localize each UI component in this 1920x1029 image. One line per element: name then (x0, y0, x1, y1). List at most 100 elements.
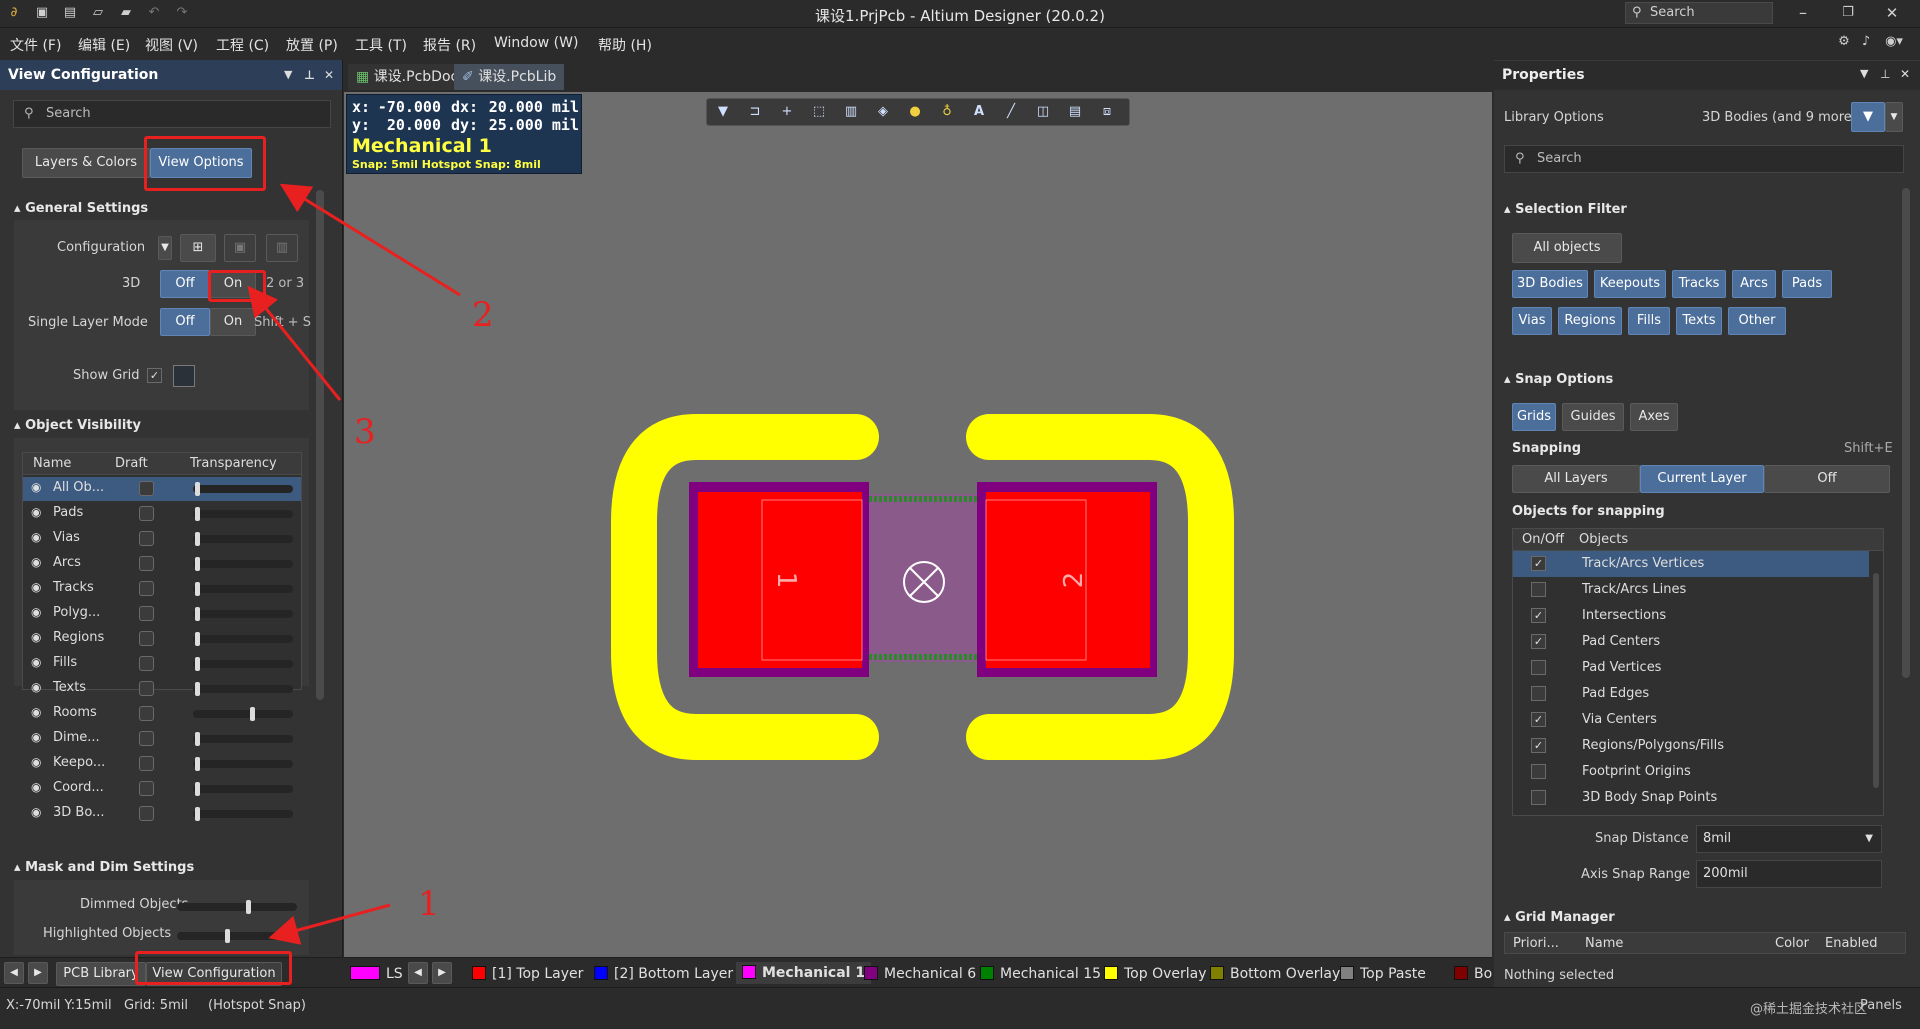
line-icon[interactable]: ╱ (1003, 104, 1019, 120)
filter-icon[interactable]: ▼ (715, 104, 731, 120)
transparency-slider[interactable] (193, 757, 293, 771)
draft-checkbox[interactable] (139, 781, 154, 796)
panel-menu-icon[interactable]: ▼ (284, 60, 292, 90)
snap-object-checkbox[interactable] (1531, 686, 1546, 701)
snap-object-row[interactable]: ✓ Regions/Polygons/Fills (1513, 733, 1869, 759)
delete-configuration-icon[interactable]: ▥ (266, 234, 298, 262)
transparency-slider[interactable] (193, 482, 293, 496)
snap-object-row[interactable]: ✓ Pad Centers (1513, 629, 1869, 655)
chart-icon[interactable]: ▤ (1067, 104, 1083, 120)
minimize-icon[interactable]: – (1795, 5, 1811, 21)
snap-object-checkbox[interactable] (1531, 582, 1546, 597)
snap-object-row[interactable]: Pad Vertices (1513, 655, 1869, 681)
eye-icon[interactable]: ◉ (31, 705, 41, 719)
save-all-icon[interactable]: ▤ (62, 5, 78, 21)
text-icon[interactable]: A (971, 104, 987, 120)
snap-object-checkbox[interactable]: ✓ (1531, 556, 1546, 571)
undo-icon[interactable]: ↶ (146, 5, 162, 21)
snap-object-checkbox[interactable]: ✓ (1531, 712, 1546, 727)
draft-checkbox[interactable] (139, 806, 154, 821)
snap-axes-button[interactable]: Axes (1630, 403, 1678, 431)
layer-tab[interactable]: LS (350, 966, 403, 982)
snap-object-row[interactable]: Track/Arcs Lines (1513, 577, 1869, 603)
redo-icon[interactable]: ↷ (174, 5, 190, 21)
tab-pcb-library[interactable]: PCB Library (56, 962, 146, 986)
object-row[interactable]: ◉ 3D Bo... (23, 802, 301, 826)
panel-pin-icon[interactable]: ⊥ (1880, 67, 1890, 81)
slider-knob[interactable] (246, 900, 251, 914)
slider-knob[interactable] (195, 607, 200, 621)
panel-menu-icon[interactable]: ▼ (1860, 67, 1868, 80)
draft-checkbox[interactable] (139, 731, 154, 746)
snap-current-layer-button[interactable]: Current Layer (1640, 465, 1764, 493)
tab-pcbdoc[interactable]: ▦ 课设.PcbDoc (348, 64, 467, 90)
eye-icon[interactable]: ◉ (31, 755, 41, 769)
transparency-slider[interactable] (193, 782, 293, 796)
snap-table-scrollbar[interactable] (1873, 573, 1879, 788)
eye-icon[interactable]: ◉ (31, 805, 41, 819)
slider-knob[interactable] (195, 482, 200, 496)
draft-checkbox[interactable] (139, 706, 154, 721)
slider-knob[interactable] (195, 807, 200, 821)
eye-icon[interactable]: ◉ (31, 605, 41, 619)
slider-knob[interactable] (195, 507, 200, 521)
general-settings-header[interactable]: ▴ General Settings (14, 201, 148, 216)
slider-knob[interactable] (250, 707, 255, 721)
draft-checkbox[interactable] (139, 756, 154, 771)
save-icon[interactable]: ▣ (34, 5, 50, 21)
all-objects-button[interactable]: All objects (1512, 233, 1622, 263)
close-icon[interactable]: ✕ (1884, 5, 1900, 21)
snap-object-checkbox[interactable] (1531, 790, 1546, 805)
draft-checkbox[interactable] (139, 656, 154, 671)
snap-object-checkbox[interactable]: ✓ (1531, 634, 1546, 649)
snap-options-header[interactable]: ▴ Snap Options (1504, 372, 1613, 387)
object-row[interactable]: ◉ Texts (23, 677, 301, 701)
place-pad-icon[interactable]: ♁ (939, 104, 955, 120)
settings-gear-icon[interactable]: ⚙ (1836, 34, 1852, 50)
object-row[interactable]: ◉ Tracks (23, 577, 301, 601)
transparency-slider[interactable] (193, 807, 293, 821)
menu-tools[interactable]: 工具 (T) (355, 35, 407, 55)
dimmed-objects-slider[interactable] (177, 900, 297, 914)
layer-tab[interactable]: Mechanical 15 (980, 966, 1101, 982)
properties-scrollbar[interactable] (1902, 188, 1910, 678)
draft-checkbox[interactable] (139, 531, 154, 546)
object-row[interactable]: ◉ Fills (23, 652, 301, 676)
object-row[interactable]: ◉ Vias (23, 527, 301, 551)
keepout-icon[interactable]: ⧈ (1099, 104, 1115, 120)
object-row[interactable]: ◉ Polyg... (23, 602, 301, 626)
snap-object-checkbox[interactable] (1531, 660, 1546, 675)
object-row[interactable]: ◉ Dime... (23, 727, 301, 751)
layer-tab[interactable]: Top Paste (1340, 966, 1426, 982)
menu-place[interactable]: 放置 (P) (286, 35, 338, 55)
snap-grids-button[interactable]: Grids (1512, 403, 1556, 431)
eye-icon[interactable]: ◉ (31, 530, 41, 544)
filter-regions[interactable]: Regions (1558, 307, 1622, 335)
filter-vias[interactable]: Vias (1512, 307, 1552, 335)
snap-object-row[interactable]: Footprint Origins (1513, 759, 1869, 785)
pcb-canvas[interactable]: x: -70.000 dx: 20.000 mil y: 20.000 dy: … (344, 92, 1492, 957)
restore-icon[interactable]: ❐ (1840, 5, 1856, 21)
notifications-bell-icon[interactable]: ♪ (1858, 34, 1874, 50)
snap-all-layers-button[interactable]: All Layers (1512, 465, 1640, 493)
select-rect-icon[interactable]: ⬚ (811, 104, 827, 120)
snap-object-row[interactable]: Pad Edges (1513, 681, 1869, 707)
filter-texts[interactable]: Texts (1676, 307, 1722, 335)
grid-manager-header[interactable]: ▴ Grid Manager (1504, 910, 1615, 925)
draft-checkbox[interactable] (139, 581, 154, 596)
filter-arcs[interactable]: Arcs (1732, 270, 1776, 298)
snap-distance-select[interactable]: 8mil ▼ (1696, 825, 1882, 853)
menu-project[interactable]: 工程 (C) (216, 35, 269, 55)
pad-icon[interactable]: ◈ (875, 104, 891, 120)
eye-icon[interactable]: ◉ (31, 655, 41, 669)
object-row[interactable]: ◉ Arcs (23, 552, 301, 576)
eye-icon[interactable]: ◉ (31, 555, 41, 569)
dimension-icon[interactable]: ◫ (1035, 104, 1051, 120)
properties-search-input[interactable]: ⚲ Search (1504, 145, 1904, 173)
draft-checkbox[interactable] (139, 506, 154, 521)
draft-checkbox[interactable] (139, 631, 154, 646)
eye-icon[interactable]: ◉ (31, 480, 41, 494)
3d-off-button[interactable]: Off (160, 270, 210, 298)
single-layer-on-button[interactable]: On (210, 308, 256, 336)
tab-scroll-left-icon[interactable]: ◀ (4, 962, 24, 984)
